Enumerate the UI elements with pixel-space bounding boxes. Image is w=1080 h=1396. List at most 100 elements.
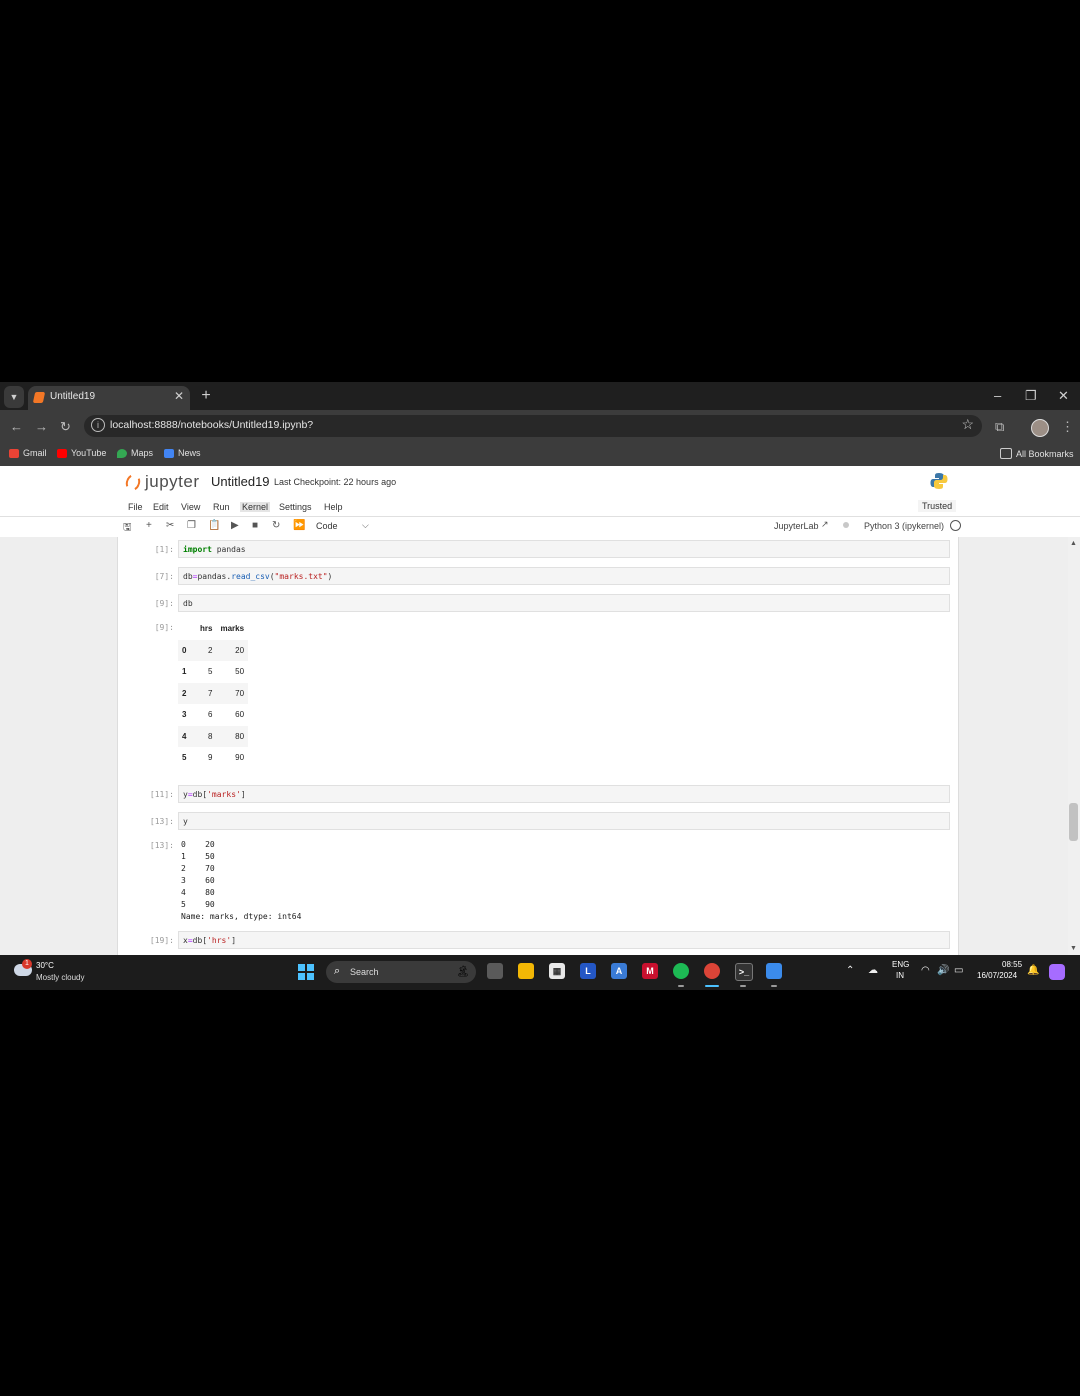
kernel-status-icon (950, 520, 961, 531)
language[interactable]: ENG (892, 960, 909, 969)
table-cell: 6 (208, 710, 213, 720)
scrollbar[interactable] (1068, 537, 1080, 955)
store-icon[interactable]: ▦ (549, 963, 565, 979)
jupyter-wordmark: jupyter (145, 472, 200, 491)
code-cell-y-assign[interactable]: y=db['marks'] (178, 785, 950, 803)
volume-icon[interactable]: 🔊 (937, 965, 949, 976)
active-indicator (705, 985, 719, 987)
menu-kernel[interactable]: Kernel (240, 502, 271, 512)
terminal-icon[interactable]: >_ (735, 963, 753, 981)
start-windows-icon[interactable] (298, 964, 314, 980)
code-cell-import[interactable]: import pandas (178, 540, 950, 558)
mcafee-icon[interactable]: M (642, 963, 658, 979)
file-explorer-icon[interactable] (518, 963, 534, 979)
bookmark-gmail[interactable]: Gmail (9, 448, 47, 458)
browser-menu-icon[interactable]: ⋮ (1061, 419, 1074, 435)
url-text[interactable]: localhost:8888/notebooks/Untitled19.ipyn… (110, 419, 313, 431)
copilot-icon[interactable] (1049, 964, 1065, 980)
code-cell-x-assign[interactable]: x=db['hrs'] (178, 931, 950, 949)
dataframe-output: hrs marks 0 2 20 1 5 50 2 7 70 3 6 60 4 … (178, 618, 249, 769)
reload-icon[interactable]: ↻ (60, 419, 71, 435)
add-cell-icon[interactable]: + (146, 520, 152, 531)
code-cell-y[interactable]: y (178, 812, 950, 830)
code-cell-db[interactable]: db (178, 594, 950, 612)
cut-icon[interactable]: ✂ (166, 520, 174, 531)
cell-type-select[interactable]: Code (316, 521, 338, 531)
kernel-name[interactable]: Python 3 (ipykernel) (864, 521, 944, 531)
minimize-icon[interactable]: – (994, 388, 1001, 403)
chevron-up-icon[interactable]: ⌃ (846, 965, 854, 976)
address-bar[interactable]: i localhost:8888/notebooks/Untitled19.ip… (84, 415, 982, 437)
tab-search-button[interactable]: ▼ (4, 386, 24, 408)
trusted-badge[interactable]: Trusted (918, 500, 957, 512)
l-app-icon[interactable]: L (580, 963, 596, 979)
python-logo-icon (930, 473, 948, 489)
clock-date[interactable]: 16/07/2024 (977, 971, 1017, 980)
start-tile (307, 964, 314, 971)
news-icon (164, 448, 174, 458)
notebook-title[interactable]: Untitled19 (211, 474, 270, 489)
chrome-icon[interactable] (704, 963, 720, 979)
bookmarks-bar: Gmail YouTube Maps News All Bookmarks (0, 444, 1080, 467)
save-icon[interactable]: 🖫 (123, 520, 132, 537)
region[interactable]: IN (896, 971, 904, 980)
site-info-icon[interactable]: i (91, 418, 105, 432)
code-cell-read-csv[interactable]: db=pandas.read_csv("marks.txt") (178, 567, 950, 585)
clock-time[interactable]: 08:55 (1002, 960, 1022, 969)
bookmark-youtube[interactable]: YouTube (57, 448, 106, 458)
weather-badge: 1 (22, 959, 32, 969)
jupyterlab-link[interactable]: JupyterLab (774, 521, 819, 531)
restart-run-all-icon[interactable]: ⏩ (293, 520, 305, 531)
column-header: marks (220, 624, 245, 634)
new-tab-button[interactable]: + (198, 385, 214, 407)
run-icon[interactable]: ▶ (231, 520, 239, 531)
menu-file[interactable]: File (128, 502, 143, 512)
running-indicator (771, 985, 777, 987)
extensions-icon[interactable]: ⧉ (995, 419, 1004, 435)
a-app-icon[interactable]: A (611, 963, 627, 979)
paste-icon[interactable]: 📋 (208, 520, 220, 531)
close-window-icon[interactable]: ✕ (1058, 388, 1069, 404)
restore-icon[interactable]: ❐ (1025, 388, 1037, 404)
jupyter-logo[interactable]: jupyter (123, 471, 200, 493)
menu-view[interactable]: View (181, 502, 200, 512)
scrollbar-thumb[interactable] (1069, 803, 1078, 841)
onedrive-cloud-icon[interactable]: ☁ (868, 965, 878, 976)
scroll-up-icon[interactable]: ▲ (1070, 540, 1077, 547)
table-row: 0 2 20 (178, 639, 249, 661)
table-cell: 9 (208, 753, 213, 763)
scroll-down-icon[interactable]: ▼ (1070, 945, 1077, 952)
copy-icon[interactable]: ❐ (187, 520, 196, 531)
table-cell: 5 (208, 667, 213, 677)
bookmark-news[interactable]: News (164, 448, 201, 458)
search-highlight-icon: 🏝 (456, 966, 470, 978)
menu-help[interactable]: Help (324, 502, 343, 512)
bookmark-maps[interactable]: Maps (117, 448, 153, 458)
notepad-icon[interactable] (766, 963, 782, 979)
notification-bell-icon[interactable]: 🔔 (1027, 965, 1039, 976)
forward-icon[interactable]: → (35, 419, 48, 434)
restart-icon[interactable]: ↻ (272, 520, 280, 531)
all-bookmarks[interactable]: All Bookmarks (1000, 448, 1074, 459)
debugger-icon[interactable] (843, 522, 849, 528)
external-link-icon[interactable]: ↗ (821, 519, 829, 530)
menu-settings[interactable]: Settings (279, 502, 312, 512)
index-header (178, 618, 196, 640)
profile-avatar[interactable] (1031, 419, 1049, 437)
navigation-bar: ← → ↻ i localhost:8888/notebooks/Untitle… (0, 410, 1080, 444)
stop-icon[interactable]: ■ (252, 520, 258, 531)
spotify-icon[interactable] (673, 963, 689, 979)
task-view-icon[interactable] (487, 963, 503, 979)
menu-run[interactable]: Run (213, 502, 230, 512)
chevron-down-icon[interactable]: ⌵ (362, 520, 369, 531)
weather-condition[interactable]: Mostly cloudy (36, 973, 84, 982)
battery-icon[interactable]: ▭ (954, 965, 963, 976)
taskbar-search[interactable]: ⌕ Search 🏝 (326, 961, 476, 983)
temperature[interactable]: 30°C (36, 961, 54, 970)
menu-edit[interactable]: Edit (153, 502, 169, 512)
back-icon[interactable]: ← (10, 419, 23, 434)
bookmark-star-icon[interactable]: ☆ (961, 416, 974, 433)
close-tab-icon[interactable]: ✕ (174, 389, 184, 403)
browser-tab[interactable]: Untitled19 ✕ (28, 386, 190, 410)
wifi-icon[interactable]: ◠ (921, 965, 930, 976)
